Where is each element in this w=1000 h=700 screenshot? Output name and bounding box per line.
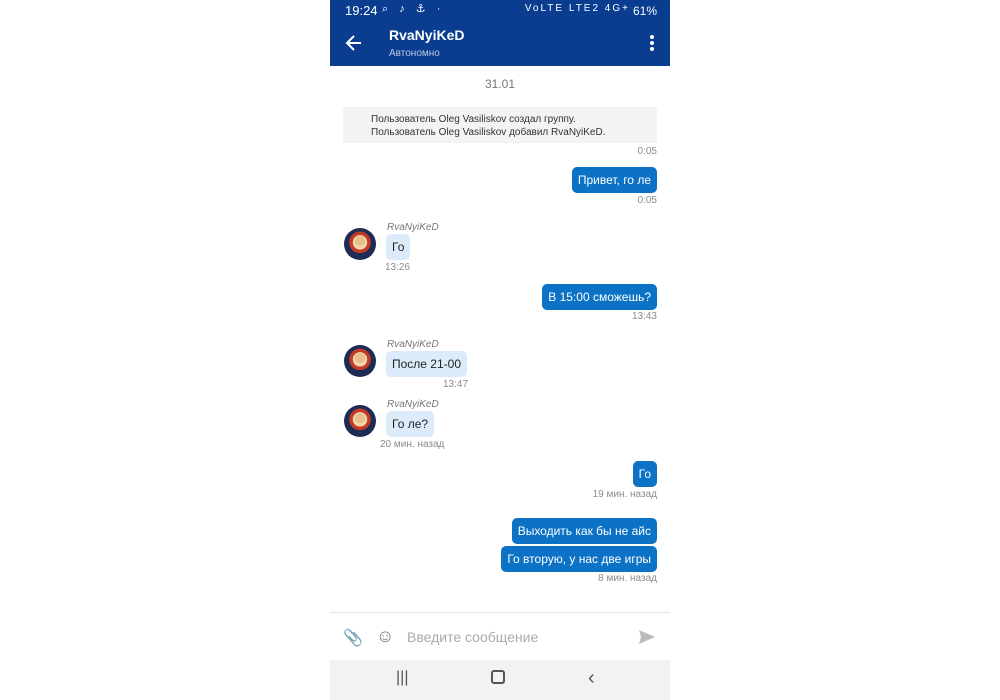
system-line: Пользователь Oleg Vasiliskov добавил Rva… <box>371 127 606 138</box>
sender-name: RvaNyiKeD <box>387 222 439 233</box>
battery-level: 61% <box>632 4 657 18</box>
message-time: 20 мин. назад <box>380 439 445 450</box>
outgoing-message[interactable]: В 15:00 сможешь? <box>542 284 657 310</box>
date-separator: 31.01 <box>484 77 516 91</box>
message-time: 19 мин. назад <box>592 489 657 500</box>
chat-header: RvaNyiKeD Автономно <box>330 22 670 66</box>
message-time: 8 мин. назад <box>598 573 657 584</box>
system-line: Пользователь Oleg Vasiliskov создал груп… <box>371 114 576 125</box>
recent-apps-icon[interactable]: ||| <box>396 669 408 687</box>
notification-icons: ⌕ ♪ ⚓ · <box>382 3 445 15</box>
more-menu-icon[interactable] <box>644 34 660 54</box>
system-message: Пользователь Oleg Vasiliskov создал груп… <box>343 107 657 143</box>
incoming-message[interactable]: Го <box>386 234 411 260</box>
message-composer: 📎 ☺ <box>330 612 670 660</box>
message-time: 0:05 <box>637 195 657 206</box>
message-time: 0:05 <box>637 146 657 157</box>
incoming-message[interactable]: Го ле? <box>386 411 435 437</box>
avatar[interactable] <box>344 405 376 437</box>
message-input[interactable] <box>407 625 622 649</box>
message-time: 13:43 <box>631 311 657 322</box>
chat-status: Автономно <box>389 48 440 59</box>
sender-name: RvaNyiKeD <box>387 339 439 350</box>
message-time: 13:47 <box>443 379 469 390</box>
avatar[interactable] <box>344 345 376 377</box>
incoming-message[interactable]: После 21-00 <box>386 351 467 377</box>
send-icon[interactable] <box>637 627 657 647</box>
message-time: 13:26 <box>385 262 411 273</box>
outgoing-message[interactable]: Выходить как бы не айс <box>511 518 657 544</box>
emoji-icon[interactable]: ☺ <box>376 626 394 647</box>
paperclip-icon[interactable]: 📎 <box>343 628 363 648</box>
outgoing-message[interactable]: Привет, го ле <box>571 167 657 193</box>
message-list[interactable]: 31.01 Пользователь Oleg Vasiliskov созда… <box>330 66 670 612</box>
sender-name: RvaNyiKeD <box>387 399 439 410</box>
phone-screen: 19:24 ⌕ ♪ ⚓ · VoLTE LTE2 4G+ 61% RvaNyiK… <box>330 0 670 700</box>
outgoing-message[interactable]: Го вторую, у нас две игры <box>501 546 657 572</box>
system-nav-bar: ||| ‹ <box>330 660 670 700</box>
back-arrow-icon[interactable] <box>344 32 364 54</box>
status-time: 19:24 <box>345 3 378 18</box>
chat-title: RvaNyiKeD <box>389 27 465 43</box>
outgoing-message[interactable]: Го <box>632 461 657 487</box>
home-icon[interactable] <box>491 670 505 684</box>
nav-back-icon[interactable]: ‹ <box>588 667 595 690</box>
avatar[interactable] <box>344 228 376 260</box>
network-indicator: VoLTE LTE2 4G+ <box>524 3 630 14</box>
status-bar: 19:24 ⌕ ♪ ⚓ · VoLTE LTE2 4G+ 61% <box>330 0 670 22</box>
